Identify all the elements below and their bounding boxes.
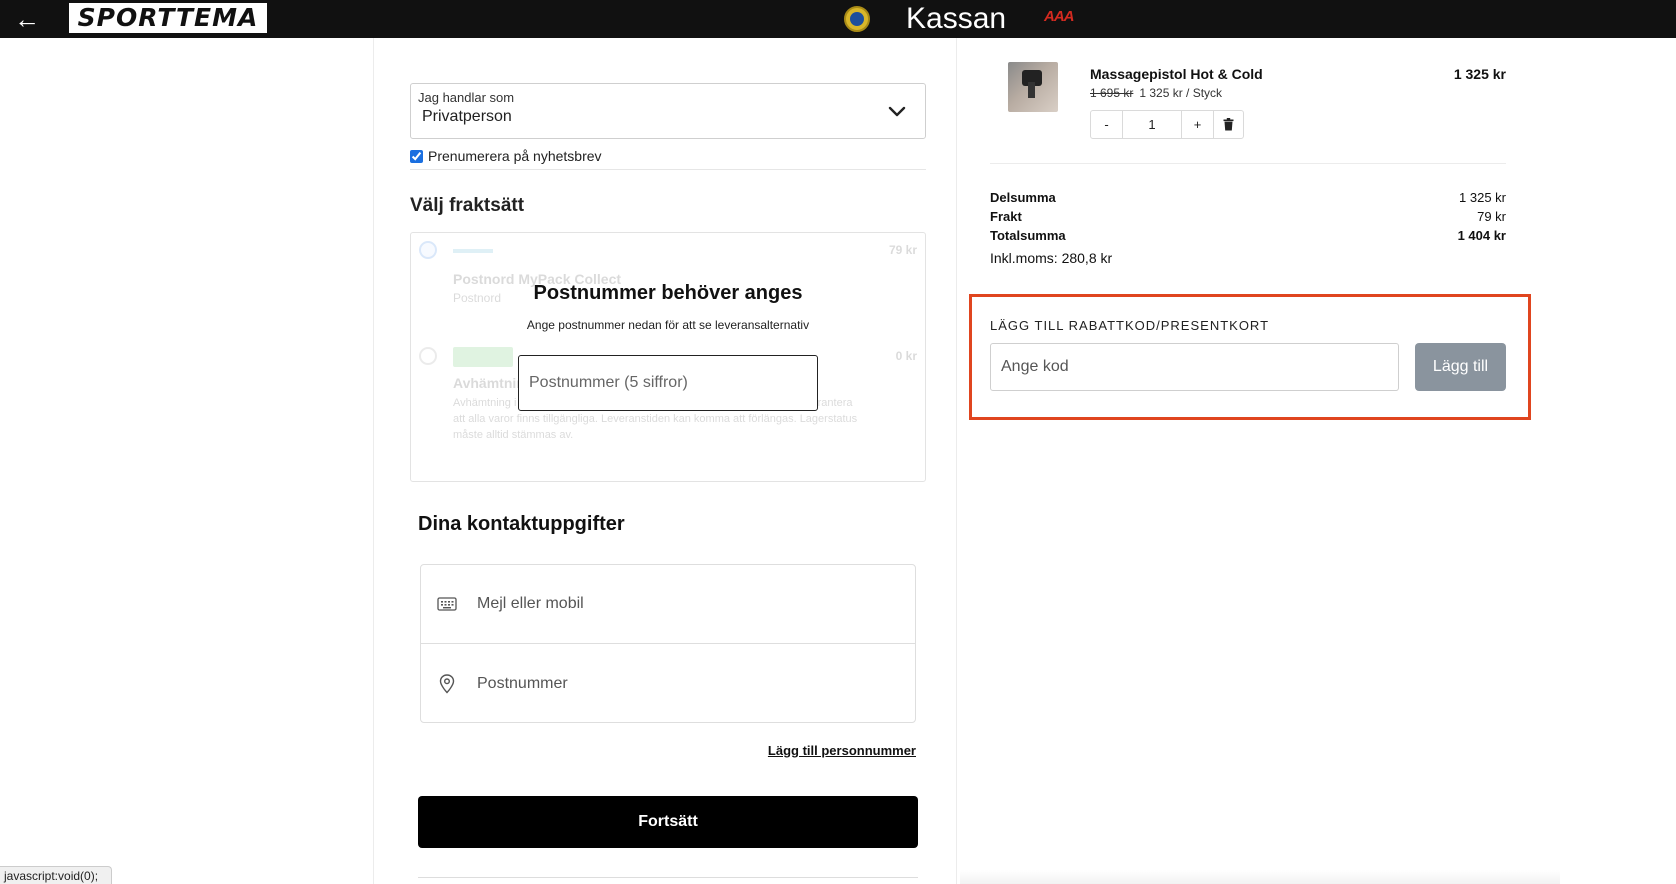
decrease-quantity-button[interactable]: - — [1091, 111, 1122, 138]
left-column-divider — [373, 38, 374, 884]
product-price-details: 1 695 kr 1 325 kr / Styck — [1090, 86, 1222, 100]
contact-heading: Dina kontaktuppgifter — [418, 513, 625, 535]
shipping-radio-postnord[interactable] — [419, 241, 437, 259]
customer-type-select[interactable]: Jag handlar som Privatperson — [410, 83, 926, 139]
postnord-logo — [453, 249, 493, 253]
logo-text: SPORTTEMA — [77, 3, 259, 32]
secure-lock-icon — [844, 6, 870, 32]
contact-form — [420, 564, 916, 723]
newsletter-label: Prenumerera på nyhetsbrev — [428, 148, 602, 164]
keyboard-icon — [437, 594, 457, 614]
email-row — [421, 565, 915, 644]
discount-label: LÄGG TILL RABATTKOD/PRESENTKORT — [990, 318, 1270, 333]
shipping-postcode-input[interactable] — [518, 355, 818, 411]
bottom-shadow — [960, 870, 1560, 884]
add-personal-number-link[interactable]: Lägg till personnummer — [700, 743, 916, 758]
customer-type-value: Privatperson — [422, 108, 512, 125]
total-value: 1 404 kr — [1457, 228, 1506, 243]
quantity-value[interactable]: 1 — [1122, 111, 1182, 138]
pickup-logo — [453, 347, 513, 367]
page-title: Kassan — [906, 2, 1007, 35]
product-image[interactable] — [1008, 62, 1058, 112]
status-bar-url: javascript:void(0); — [0, 866, 112, 884]
shipping-option-price: 79 kr — [888, 243, 917, 257]
product-old-price: 1 695 kr — [1090, 86, 1134, 100]
postcode-required-title: Postnummer behöver anges — [533, 282, 803, 304]
right-column-divider — [956, 38, 957, 884]
product-unit-price: 1 325 kr / Styck — [1139, 86, 1223, 100]
chevron-down-icon — [888, 106, 906, 117]
aaa-rating-badge: AAA — [1044, 8, 1074, 25]
newsletter-checkbox-row[interactable]: Prenumerera på nyhetsbrev — [410, 147, 602, 165]
trash-icon[interactable] — [1213, 111, 1243, 138]
vat-text: Inkl.moms: 280,8 kr — [990, 250, 1113, 266]
total-label: Totalsumma — [990, 228, 1066, 243]
subtotal-value: 1 325 kr — [1459, 190, 1506, 205]
quantity-stepper: - 1 + — [1090, 110, 1244, 139]
divider — [410, 169, 926, 170]
newsletter-checkbox[interactable] — [410, 149, 423, 163]
back-arrow-icon[interactable]: ← — [12, 4, 42, 34]
postcode-row — [421, 644, 915, 723]
location-pin-icon — [437, 673, 457, 694]
shipping-heading: Välj fraktsätt — [410, 195, 525, 216]
increase-quantity-button[interactable]: + — [1182, 111, 1213, 138]
top-header: ← SPORTTEMA Kassan AAA — [0, 0, 1676, 38]
product-name[interactable]: Massagepistol Hot & Cold — [1090, 66, 1263, 82]
shipping-option-price: 0 kr — [895, 349, 917, 363]
customer-type-label: Jag handlar som — [418, 90, 515, 105]
shipping-cost-label: Frakt — [990, 209, 1022, 224]
divider — [418, 877, 918, 878]
apply-discount-button[interactable]: Lägg till — [1415, 343, 1506, 391]
email-or-mobile-input[interactable] — [475, 594, 875, 614]
contact-postcode-input[interactable] — [475, 673, 875, 694]
divider — [990, 163, 1506, 164]
subtotal-label: Delsumma — [990, 190, 1056, 205]
sporttema-logo[interactable]: SPORTTEMA — [69, 3, 267, 33]
discount-code-input[interactable] — [990, 343, 1399, 391]
continue-button[interactable]: Fortsätt — [418, 796, 918, 848]
shipping-radio-pickup[interactable] — [419, 347, 437, 365]
shipping-cost-value: 79 kr — [1477, 209, 1506, 224]
product-price: 1 325 kr — [1453, 66, 1506, 82]
postcode-required-subtitle: Ange postnummer nedan för att se leveran… — [526, 318, 810, 332]
